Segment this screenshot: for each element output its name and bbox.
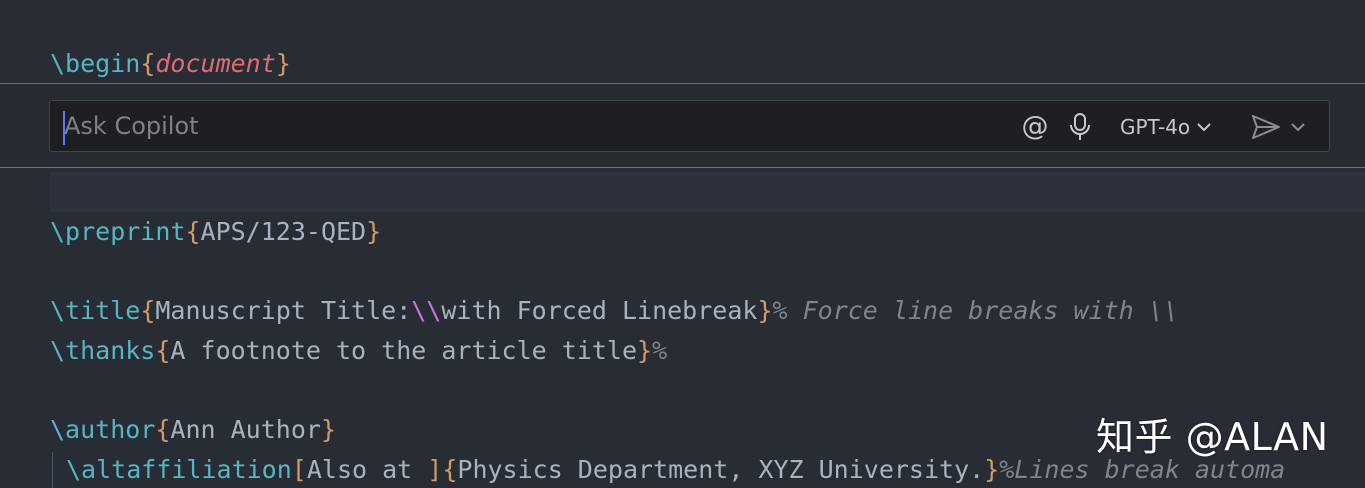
argument-text: Physics Department, XYZ University. bbox=[457, 455, 985, 484]
code-line-preprint[interactable]: \preprint{APS/123-QED} bbox=[50, 212, 1365, 252]
argument-text: Manuscript Title: bbox=[155, 296, 412, 325]
brace: } bbox=[275, 49, 291, 78]
bracket: [ bbox=[291, 455, 307, 484]
chevron-down-icon bbox=[1196, 122, 1212, 132]
brace: } bbox=[757, 296, 773, 325]
optional-argument: Also at bbox=[306, 455, 428, 484]
brace: { bbox=[140, 296, 156, 325]
latex-command: \preprint bbox=[50, 217, 186, 246]
brace: { bbox=[155, 415, 171, 444]
code-line-title[interactable]: \title{Manuscript Title:\\with Forced Li… bbox=[50, 291, 1365, 331]
latex-command: \author bbox=[50, 415, 156, 444]
code-editor[interactable]: \begin{document} @ GPT-4o bbox=[0, 0, 1365, 488]
model-name: GPT-4o bbox=[1120, 115, 1191, 139]
current-line-highlight bbox=[50, 172, 1365, 212]
at-icon[interactable]: @ bbox=[1018, 111, 1052, 143]
latex-command: \title bbox=[50, 296, 141, 325]
send-options-chevron-icon[interactable] bbox=[1288, 111, 1308, 143]
argument-text: Ann Author bbox=[170, 415, 321, 444]
ask-copilot-input[interactable] bbox=[62, 109, 994, 143]
brace: } bbox=[637, 336, 653, 365]
brace: { bbox=[442, 455, 458, 484]
code-line-thanks[interactable]: \thanks{A footnote to the article title}… bbox=[50, 331, 1365, 371]
argument-text: APS/123-QED bbox=[200, 217, 367, 246]
environment-name: document bbox=[155, 49, 276, 78]
microphone-icon[interactable] bbox=[1066, 111, 1094, 143]
code-line-begin-document[interactable]: \begin{document} bbox=[50, 44, 1365, 84]
brace: } bbox=[984, 455, 1000, 484]
argument-text: A footnote to the article title bbox=[170, 336, 638, 365]
comment: % Force line breaks with \\ bbox=[772, 296, 1179, 325]
send-icon[interactable] bbox=[1250, 111, 1282, 143]
linebreak-command: \\ bbox=[411, 296, 442, 325]
inline-chat-bottom-border bbox=[0, 167, 1365, 168]
inline-chat-top-border bbox=[0, 83, 1365, 84]
text-cursor bbox=[63, 111, 65, 145]
model-picker-dropdown[interactable]: GPT-4o bbox=[1120, 111, 1212, 143]
latex-command: \altaffiliation bbox=[66, 455, 292, 484]
brace: { bbox=[185, 217, 201, 246]
latex-command: \begin bbox=[50, 49, 141, 78]
watermark-text: 知乎 @ALAN bbox=[1096, 415, 1329, 459]
comment: % bbox=[652, 336, 668, 365]
argument-text: with Forced Linebreak bbox=[441, 296, 758, 325]
copilot-inline-chat: @ GPT-4o bbox=[49, 100, 1330, 152]
indent-guide bbox=[52, 452, 53, 488]
brace: { bbox=[155, 336, 171, 365]
brace: { bbox=[140, 49, 156, 78]
bracket: ] bbox=[427, 455, 443, 484]
brace: } bbox=[366, 217, 382, 246]
brace: } bbox=[320, 415, 336, 444]
latex-command: \thanks bbox=[50, 336, 156, 365]
